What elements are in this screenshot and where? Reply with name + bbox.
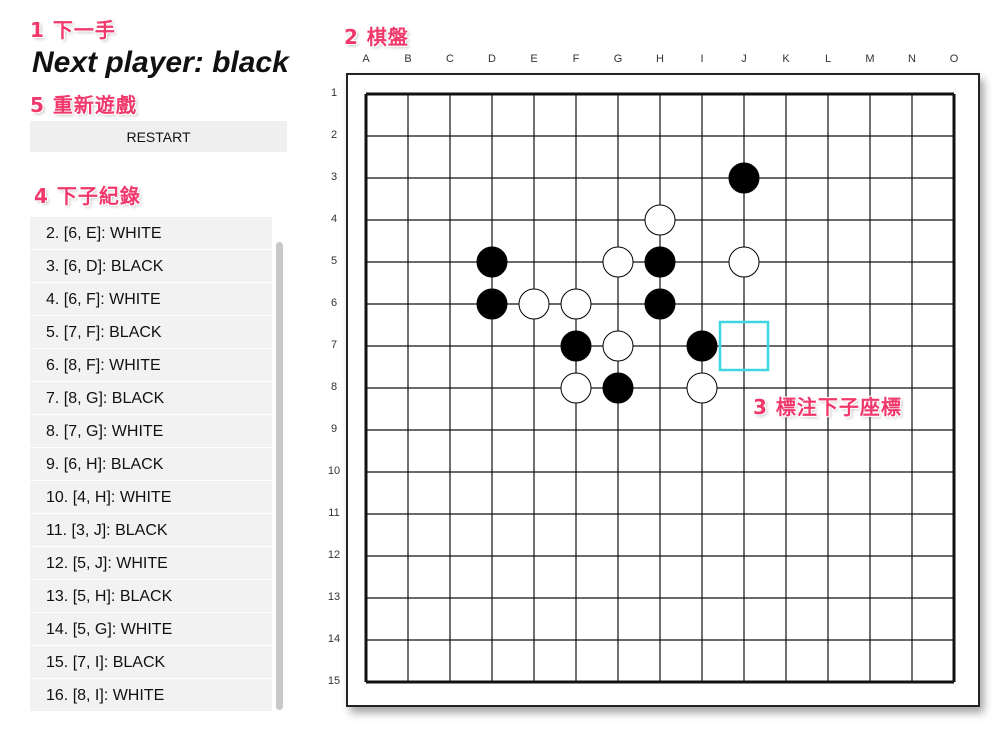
column-label: M <box>865 53 875 65</box>
row-label: 13 <box>327 591 341 603</box>
history-item[interactable]: 3. [6, D]: BLACK <box>30 250 272 282</box>
column-label: H <box>656 53 664 65</box>
column-label: E <box>530 53 538 65</box>
white-stone[interactable] <box>560 288 592 320</box>
history-item[interactable]: 6. [8, F]: WHITE <box>30 349 272 381</box>
black-stone[interactable] <box>686 330 718 362</box>
row-label: 7 <box>330 339 338 351</box>
row-label: 2 <box>330 129 338 141</box>
row-label: 8 <box>330 381 338 393</box>
white-stone[interactable] <box>728 246 760 278</box>
white-stone[interactable] <box>644 204 676 236</box>
history-item[interactable]: 12. [5, J]: WHITE <box>30 547 272 579</box>
annotation-coord-mark: 3 標注下子座標 <box>753 395 902 419</box>
annotation-next-move: 1 下一手 <box>30 18 116 42</box>
column-label: F <box>572 53 580 65</box>
history-item[interactable]: 7. [8, G]: BLACK <box>30 382 272 414</box>
history-scrollbar[interactable] <box>276 242 283 710</box>
board-grid <box>364 92 956 684</box>
game-board[interactable] <box>346 73 980 707</box>
white-stone[interactable] <box>602 330 634 362</box>
column-label: L <box>824 53 832 65</box>
column-label: C <box>446 53 454 65</box>
history-item[interactable]: 16. [8, I]: WHITE <box>30 679 272 711</box>
column-label: I <box>700 53 704 65</box>
black-stone[interactable] <box>560 330 592 362</box>
row-label: 5 <box>330 255 338 267</box>
black-stone[interactable] <box>602 372 634 404</box>
history-item[interactable]: 11. [3, J]: BLACK <box>30 514 272 546</box>
row-label: 15 <box>327 675 341 687</box>
column-label: G <box>613 53 623 65</box>
black-stone[interactable] <box>728 162 760 194</box>
history-item[interactable]: 10. [4, H]: WHITE <box>30 481 272 513</box>
history-item[interactable]: 5. [7, F]: BLACK <box>30 316 272 348</box>
black-stone[interactable] <box>476 288 508 320</box>
white-stone[interactable] <box>560 372 592 404</box>
row-label: 14 <box>327 633 341 645</box>
row-label: 10 <box>327 465 341 477</box>
column-label: D <box>488 53 496 65</box>
history-item[interactable]: 2. [6, E]: WHITE <box>30 217 272 249</box>
row-label: 3 <box>330 171 338 183</box>
row-label: 4 <box>330 213 338 225</box>
column-label: O <box>949 53 959 65</box>
next-player-status: Next player: black <box>32 46 289 79</box>
column-label: A <box>362 53 370 65</box>
white-stone[interactable] <box>686 372 718 404</box>
black-stone[interactable] <box>476 246 508 278</box>
row-label: 6 <box>330 297 338 309</box>
white-stone[interactable] <box>518 288 550 320</box>
history-item[interactable]: 9. [6, H]: BLACK <box>30 448 272 480</box>
black-stone[interactable] <box>644 246 676 278</box>
annotation-restart: 5 重新遊戲 <box>30 93 137 117</box>
history-item[interactable]: 4. [6, F]: WHITE <box>30 283 272 315</box>
column-label: K <box>782 53 790 65</box>
annotation-board: 2 棋盤 <box>344 25 409 49</box>
row-label: 11 <box>328 507 340 519</box>
history-item[interactable]: 8. [7, G]: WHITE <box>30 415 272 447</box>
history-item[interactable]: 14. [5, G]: WHITE <box>30 613 272 645</box>
black-stone[interactable] <box>644 288 676 320</box>
white-stone[interactable] <box>602 246 634 278</box>
row-label: 9 <box>330 423 338 435</box>
annotation-history: 4 下子紀錄 <box>34 184 141 208</box>
column-label: J <box>741 53 747 65</box>
column-label: B <box>404 53 412 65</box>
move-history-list[interactable]: 2. [6, E]: WHITE 3. [6, D]: BLACK 4. [6, F… <box>30 213 288 713</box>
column-label: N <box>908 53 916 65</box>
row-label: 1 <box>330 87 338 99</box>
row-label: 12 <box>327 549 341 561</box>
history-item[interactable]: 15. [7, I]: BLACK <box>30 646 272 678</box>
restart-button[interactable]: RESTART <box>30 121 287 152</box>
history-item[interactable]: 13. [5, H]: BLACK <box>30 580 272 612</box>
